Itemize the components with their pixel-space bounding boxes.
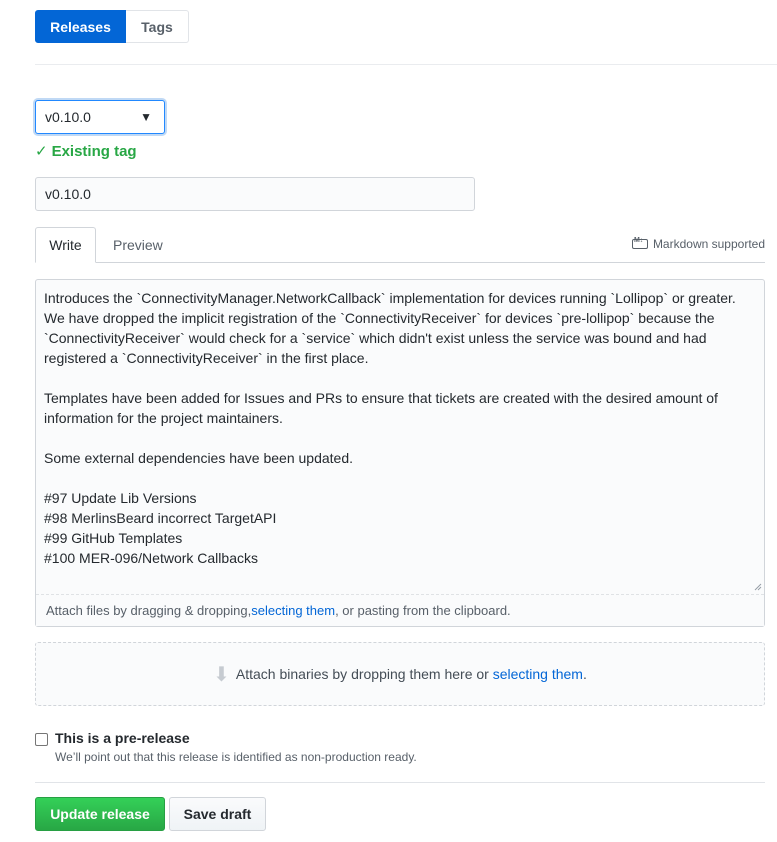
binaries-select-link[interactable]: selecting them — [493, 666, 583, 682]
tab-preview[interactable]: Preview — [102, 227, 174, 263]
save-draft-button[interactable]: Save draft — [169, 797, 266, 831]
tag-status-label: Existing tag — [51, 142, 137, 160]
arrow-down-icon: ⬇ — [213, 663, 230, 686]
binaries-suffix: . — [582, 666, 587, 682]
resize-handle-icon[interactable] — [754, 583, 762, 591]
release-tabs: Releases Tags — [35, 10, 189, 43]
bottom-divider — [35, 782, 765, 783]
triangle-down-icon: ▼ — [140, 110, 152, 124]
tab-tags[interactable]: Tags — [126, 10, 189, 43]
top-divider — [35, 64, 777, 65]
tag-select[interactable]: v0.10.0 ▼ — [35, 100, 165, 134]
attach-files-link[interactable]: selecting them — [251, 603, 335, 618]
tab-write[interactable]: Write — [35, 227, 96, 263]
release-body-text[interactable]: Introduces the `ConnectivityManager.Netw… — [44, 288, 754, 568]
attach-files-bar[interactable]: Attach files by dragging & dropping, sel… — [36, 594, 764, 626]
binaries-prefix: Attach binaries by dropping them here or — [235, 666, 493, 682]
prerelease-label[interactable]: This is a pre-release — [55, 730, 190, 746]
release-title-input[interactable]: v0.10.0 — [35, 177, 475, 211]
markdown-icon — [631, 237, 648, 249]
release-body-editor[interactable]: Introduces the `ConnectivityManager.Netw… — [35, 279, 765, 627]
tag-status: ✓ Existing tag — [35, 142, 137, 161]
attach-files-suffix: , or pasting from the clipboard. — [335, 603, 511, 618]
tag-select-value: v0.10.0 — [45, 109, 91, 125]
binaries-dropzone[interactable]: ⬇ Attach binaries by dropping them here … — [35, 642, 765, 706]
update-release-button[interactable]: Update release — [35, 797, 165, 831]
release-title-value: v0.10.0 — [45, 186, 91, 202]
markdown-supported-link[interactable]: Markdown supported — [631, 237, 765, 251]
attach-files-prefix: Attach files by dragging & dropping, — [46, 603, 252, 618]
check-icon: ✓ — [35, 143, 48, 160]
prerelease-note: We’ll point out that this release is ide… — [55, 750, 417, 764]
tab-releases[interactable]: Releases — [35, 10, 126, 43]
markdown-note-label: Markdown supported — [652, 237, 765, 251]
prerelease-checkbox[interactable] — [35, 733, 48, 746]
